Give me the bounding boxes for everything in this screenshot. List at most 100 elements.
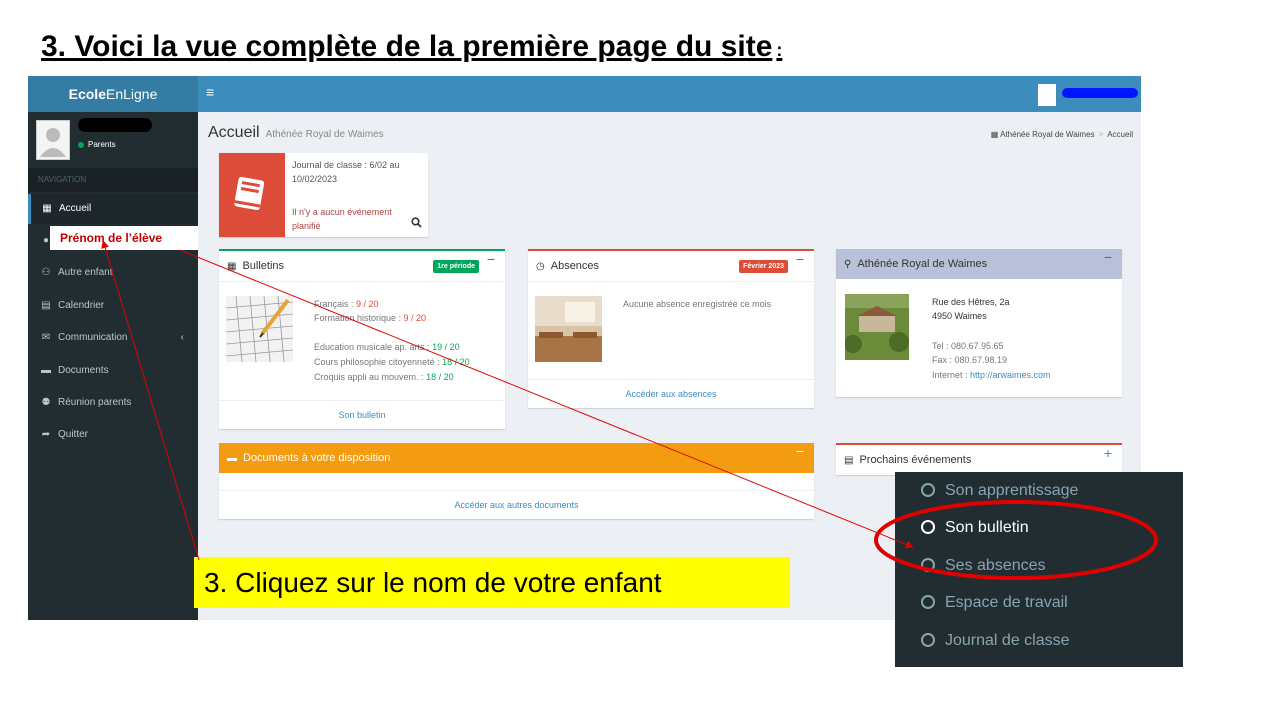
sidebar-item-label: Réunion parents — [58, 397, 132, 408]
menu-item-espace-travail[interactable]: Espace de travail — [921, 593, 1068, 613]
redacted-top-user-name — [1062, 88, 1138, 98]
school-header: ⚲ Athénée Royal de Waimes — [836, 249, 1122, 279]
circle-icon — [921, 558, 935, 572]
month-badge: Février 2023 — [739, 260, 788, 273]
sidebar-item-documents[interactable]: ▬ Documents — [28, 356, 198, 386]
breadcrumb-current: Accueil — [1107, 130, 1133, 139]
menu-item-ses-absences[interactable]: Ses absences — [921, 556, 1046, 576]
page-subtitle: Athénée Royal de Waimes — [265, 129, 384, 140]
grade-line: Cours philosophie citoyenneté : 18 / 20 — [314, 355, 470, 369]
journal-no-event: Il n'y a aucun événement planifié — [292, 207, 392, 231]
school-title: Athénée Royal de Waimes — [857, 258, 988, 270]
grade-line: Formation historique : 9 / 20 — [314, 311, 426, 325]
sidebar-item-autre-enfant[interactable]: ⚇ Autre enfant — [28, 258, 198, 288]
period-badge: 1re période — [433, 260, 479, 273]
menu-item-son-apprentissage[interactable]: Son apprentissage — [921, 481, 1078, 501]
sidebar-item-label: Communication — [58, 332, 128, 343]
clock-icon: ◷ — [536, 261, 545, 272]
events-box: ▤ Prochains événements + — [836, 443, 1122, 475]
grade-line: Croquis appli au mouvem. : 18 / 20 — [314, 370, 454, 384]
top-avatar[interactable] — [1038, 84, 1056, 106]
collapse-minus-icon[interactable]: − — [796, 251, 804, 267]
events-title: Prochains événements — [859, 454, 972, 466]
expand-plus-icon[interactable]: + — [1104, 445, 1112, 461]
logo-bold: Ecole — [68, 86, 106, 102]
events-header: ▤ Prochains événements — [836, 445, 1122, 475]
journal-box[interactable]: Journal de classe : 6/02 au 10/02/2023 I… — [219, 153, 428, 237]
grade-line: Français : 9 / 20 — [314, 297, 379, 311]
user-panel: Parents — [28, 112, 198, 168]
page-title: Accueil Athénée Royal de Waimes — [208, 124, 384, 142]
sidebar-item-label: Calendrier — [58, 300, 105, 311]
grid-icon: ▦ — [42, 203, 52, 214]
logo-rest: EnLigne — [105, 86, 158, 102]
internet-label: Internet : — [932, 370, 971, 380]
user-status-label: Parents — [88, 140, 116, 149]
school-website-link[interactable]: http://arwaimes.com — [970, 370, 1051, 380]
bulletins-title: Bulletins — [242, 260, 285, 272]
sidebar-item-quitter[interactable]: ➦ Quitter — [28, 420, 198, 450]
folder-icon: ▬ — [227, 453, 237, 464]
calendar-icon: ▤ — [41, 300, 51, 311]
grade-line: Education musicale ap. arts : 19 / 20 — [314, 340, 460, 354]
son-bulletin-link[interactable]: Son bulletin — [219, 400, 505, 429]
sidebar-item-accueil[interactable]: ▦ Accueil — [28, 194, 198, 224]
grade-subject: Formation historique : — [314, 313, 404, 323]
grade-subject: Croquis appli au mouvem. : — [314, 372, 427, 382]
grade-score: 18 / 20 — [442, 357, 470, 367]
menu-item-label: Espace de travail — [945, 594, 1068, 611]
circle-icon — [921, 520, 935, 534]
grid-icon: ▦ — [227, 261, 237, 272]
school-tel: Tel : 080.67.95.65 — [932, 341, 1004, 351]
breadcrumb-school[interactable]: Athénée Royal de Waimes — [1000, 130, 1094, 139]
grade-score: 9 / 20 — [356, 299, 379, 309]
journal-book-icon — [219, 153, 285, 237]
acceder-documents-link[interactable]: Accéder aux autres documents — [219, 490, 814, 519]
acceder-absences-link[interactable]: Accéder aux absences — [528, 379, 814, 408]
top-navbar: ≡ — [198, 76, 1141, 112]
school-city: 4950 Waimes — [932, 311, 987, 321]
school-photo — [844, 294, 909, 360]
school-street: Rue des Hêtres, 2a — [932, 297, 1010, 307]
map-marker-icon: ⚲ — [844, 259, 852, 270]
collapse-minus-icon[interactable]: − — [1104, 249, 1112, 265]
classroom-image — [535, 296, 602, 362]
menu-item-label: Son bulletin — [945, 519, 1029, 536]
circle-icon — [921, 633, 935, 647]
collapse-minus-icon[interactable]: − — [796, 443, 804, 459]
sidebar-item-label: Quitter — [58, 429, 89, 440]
sidebar-item-label: Accueil — [59, 203, 92, 214]
collapse-minus-icon[interactable]: − — [487, 251, 495, 267]
menu-item-journal-classe[interactable]: Journal de classe — [921, 631, 1070, 651]
breadcrumb-separator: > — [1098, 130, 1104, 139]
slide-title-colon: : — [776, 40, 783, 60]
sidebar-item-calendrier[interactable]: ▤ Calendrier — [28, 291, 198, 321]
sidebar-item-reunion-parents[interactable]: ⚉ Réunion parents — [28, 388, 198, 418]
folder-icon: ▬ — [41, 365, 51, 376]
grade-score: 18 / 20 — [426, 372, 454, 382]
hamburger-menu-icon[interactable]: ≡ — [206, 84, 214, 100]
instruction-callout: 3. Cliquez sur le nom de votre enfant — [194, 557, 790, 608]
menu-item-label: Son apprentissage — [945, 482, 1079, 499]
student-name-annotation: Prénom de l’élève — [50, 226, 198, 250]
search-icon[interactable] — [411, 217, 422, 231]
user-status: Parents — [78, 140, 116, 149]
menu-item-label: Ses absences — [945, 557, 1046, 574]
redacted-user-name — [78, 118, 152, 132]
sidebar-item-communication[interactable]: ✉ Communication ‹ — [28, 323, 198, 353]
no-absence-text: Aucune absence enregistrée ce mois — [623, 299, 772, 309]
app-logo[interactable]: EcoleEnLigne — [28, 76, 198, 112]
share-icon: ➦ — [41, 429, 51, 440]
menu-item-son-bulletin[interactable]: Son bulletin — [921, 518, 1029, 538]
chevron-left-icon: ‹ — [180, 332, 184, 343]
sidebar: EcoleEnLigne Parents NAVIGATION ▦ Accueil… — [28, 76, 198, 620]
page-title-text: Accueil — [208, 124, 260, 141]
bulletins-box: ▦ Bulletins 1re période − Français : 9 / … — [219, 249, 505, 429]
users-icon: ⚉ — [41, 397, 51, 408]
documents-box: ▬ Documents à votre disposition − Accéder… — [219, 443, 814, 519]
documents-title: Documents à votre disposition — [243, 452, 391, 464]
slide-title-text: 3. Voici la vue complète de la première … — [41, 30, 773, 63]
circle-icon — [921, 483, 935, 497]
grade-subject: Education musicale ap. arts : — [314, 342, 433, 352]
grade-subject: Cours philosophie citoyenneté : — [314, 357, 443, 367]
